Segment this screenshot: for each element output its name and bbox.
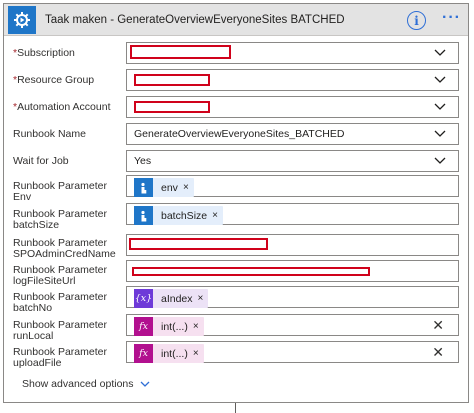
batchsize-token-label: batchSize xyxy=(161,209,208,222)
clear-field-icon[interactable]: ✕ xyxy=(432,318,444,334)
param-spo-label-line2: SPOAdminCredName xyxy=(13,248,116,260)
param-log-label: Runbook Parameter logFileSiteUrl xyxy=(13,265,107,287)
automation-account-label-text: Automation Account xyxy=(17,101,111,113)
more-options-icon[interactable]: ··· xyxy=(442,10,461,26)
flow-connector-line xyxy=(235,403,236,413)
automation-account-dropdown[interactable] xyxy=(126,96,459,118)
remove-token-icon[interactable]: × xyxy=(193,321,204,332)
param-log-label-line2: logFileSiteUrl xyxy=(13,275,76,287)
redaction-box xyxy=(134,74,210,86)
aindex-token[interactable]: {x} aIndex × xyxy=(134,289,209,308)
resource-group-dropdown[interactable] xyxy=(126,69,459,91)
card-title[interactable]: Taak maken - GenerateOverviewEveryoneSit… xyxy=(45,14,345,26)
param-spo-input[interactable] xyxy=(126,234,459,256)
chevron-down-icon[interactable] xyxy=(434,76,446,84)
automation-account-label: *Automation Account xyxy=(13,102,111,113)
redaction-box xyxy=(134,101,210,113)
chevron-down-icon[interactable] xyxy=(434,49,446,57)
param-runlocal-label-line2: runLocal xyxy=(13,330,54,342)
manual-trigger-icon xyxy=(134,178,153,197)
show-advanced-options[interactable]: Show advanced options xyxy=(22,378,150,390)
remove-token-icon[interactable]: × xyxy=(183,182,194,193)
chevron-down-icon[interactable] xyxy=(434,103,446,111)
subscription-label: *Subscription xyxy=(13,48,75,59)
wait-for-job-dropdown[interactable]: Yes xyxy=(126,150,459,172)
param-upload-label-line2: uploadFile xyxy=(13,357,62,369)
runlocal-token-label: int(...) xyxy=(161,320,188,333)
chevron-down-icon[interactable] xyxy=(140,381,150,388)
param-batchno-label: Runbook Parameter batchNo xyxy=(13,292,107,314)
param-batchsize-input[interactable]: batchSize × xyxy=(126,203,459,225)
chevron-down-icon[interactable] xyxy=(434,130,446,138)
remove-token-icon[interactable]: × xyxy=(193,348,204,359)
runlocal-expression-token[interactable]: fx int(...) × xyxy=(134,317,204,336)
remove-token-icon[interactable]: × xyxy=(212,210,223,221)
redaction-box xyxy=(129,238,268,250)
param-env-input[interactable]: env × xyxy=(126,175,459,197)
param-env-label: Runbook Parameter Env xyxy=(13,181,107,203)
redaction-box xyxy=(132,267,370,276)
info-icon[interactable]: i xyxy=(407,11,426,30)
param-batchno-label-line2: batchNo xyxy=(13,302,53,314)
chevron-down-icon[interactable] xyxy=(434,157,446,165)
param-spo-label: Runbook Parameter SPOAdminCredName xyxy=(13,238,116,260)
param-batchsize-label: Runbook Parameter batchSize xyxy=(13,209,107,231)
clear-field-icon[interactable]: ✕ xyxy=(432,345,444,361)
wait-for-job-value: Yes xyxy=(134,155,152,167)
param-batchsize-label-line2: batchSize xyxy=(13,219,60,231)
runbook-name-label: Runbook Name xyxy=(13,128,86,140)
param-runlocal-label: Runbook Parameter runLocal xyxy=(13,320,107,342)
subscription-label-text: Subscription xyxy=(17,47,75,59)
action-card: Taak maken - GenerateOverviewEveryoneSit… xyxy=(3,3,469,403)
runbook-name-dropdown[interactable]: GenerateOverviewEveryoneSites_BATCHED xyxy=(126,123,459,145)
card-header[interactable]: Taak maken - GenerateOverviewEveryoneSit… xyxy=(4,4,468,36)
resource-group-label-text: Resource Group xyxy=(17,74,95,86)
automation-gear-icon xyxy=(8,5,36,34)
env-token-label: env xyxy=(161,181,178,194)
show-advanced-options-label[interactable]: Show advanced options xyxy=(22,378,134,390)
batchsize-token[interactable]: batchSize × xyxy=(134,206,223,225)
redaction-box xyxy=(130,45,231,59)
expression-icon: fx xyxy=(134,317,153,336)
variable-icon: {x} xyxy=(134,289,153,308)
param-env-label-line2: Env xyxy=(13,191,32,203)
param-log-input[interactable] xyxy=(126,260,459,282)
runbook-name-value: GenerateOverviewEveryoneSites_BATCHED xyxy=(134,128,345,140)
aindex-token-label: aIndex xyxy=(161,292,193,305)
uploadfile-expression-token[interactable]: fx int(...) × xyxy=(134,344,204,363)
resource-group-label: *Resource Group xyxy=(13,75,94,86)
wait-for-job-label: Wait for Job xyxy=(13,155,69,167)
manual-trigger-icon xyxy=(134,206,153,225)
remove-token-icon[interactable]: × xyxy=(198,293,209,304)
uploadfile-token-label: int(...) xyxy=(161,347,188,360)
env-token[interactable]: env × xyxy=(134,178,194,197)
param-upload-label: Runbook Parameter uploadFile xyxy=(13,347,107,369)
param-runlocal-input[interactable]: fx int(...) × ✕ xyxy=(126,314,459,336)
expression-icon: fx xyxy=(134,344,153,363)
param-upload-input[interactable]: fx int(...) × ✕ xyxy=(126,341,459,363)
param-batchno-input[interactable]: {x} aIndex × xyxy=(126,286,459,308)
subscription-dropdown[interactable] xyxy=(126,42,459,64)
